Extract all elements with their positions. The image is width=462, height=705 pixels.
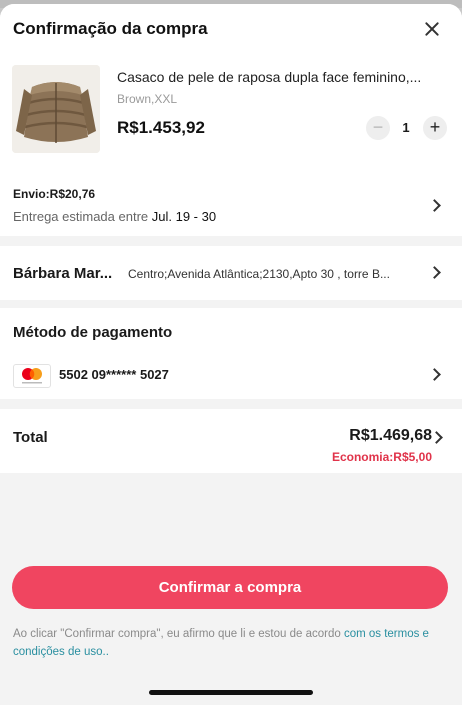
delivery-estimate-prefix: Entrega estimada entre bbox=[13, 209, 152, 224]
terms-notice: Ao clicar "Confirmar compra", eu afirmo … bbox=[13, 625, 449, 661]
address-row[interactable]: Bárbara Mar... Centro;Avenida Atlântica;… bbox=[0, 246, 462, 300]
chevron-right-icon bbox=[428, 368, 441, 381]
mastercard-icon bbox=[13, 364, 51, 388]
chevron-right-icon bbox=[430, 431, 443, 444]
product-variant: Brown,XXL bbox=[117, 92, 178, 106]
payment-title: Método de pagamento bbox=[13, 324, 173, 341]
product-section: Confirmação da compra Casaco de pele de … bbox=[0, 4, 462, 174]
address-line: Centro;Avenida Atlântica;2130,Apto 30 , … bbox=[128, 267, 390, 281]
product-name[interactable]: Casaco de pele de raposa dupla face femi… bbox=[117, 69, 447, 85]
quantity-value: 1 bbox=[402, 120, 410, 135]
sheet-title: Confirmação da compra bbox=[13, 19, 208, 38]
terms-text: Ao clicar "Confirmar compra", eu afirmo … bbox=[13, 628, 344, 640]
shipping-row[interactable]: Envio:R$20,76 Entrega estimada entre Jul… bbox=[0, 174, 462, 236]
payment-section: Método de pagamento 5502 09****** 5027 bbox=[0, 308, 462, 399]
confirm-purchase-button[interactable]: Confirmar a compra bbox=[12, 566, 448, 609]
delivery-estimate-dates: Jul. 19 - 30 bbox=[151, 209, 217, 224]
delivery-estimate: Entrega estimada entre Jul. 19 - 30 bbox=[13, 209, 216, 224]
savings-text: Economia:R$5,00 bbox=[331, 450, 432, 464]
chevron-right-icon bbox=[428, 199, 441, 212]
shipping-cost: Envio:R$20,76 bbox=[13, 187, 96, 201]
payment-method-row[interactable]: 5502 09****** 5027 bbox=[0, 356, 462, 392]
product-image bbox=[12, 65, 100, 153]
card-number: 5502 09****** 5027 bbox=[59, 367, 169, 382]
checkout-sheet: Confirmação da compra Casaco de pele de … bbox=[0, 4, 462, 705]
total-row[interactable]: Total R$1.469,68 Economia:R$5,00 bbox=[0, 409, 462, 473]
total-label: Total bbox=[13, 429, 48, 446]
home-indicator bbox=[149, 690, 313, 695]
product-price: R$1.453,92 bbox=[117, 118, 205, 137]
quantity-increase-button[interactable]: + bbox=[423, 116, 447, 140]
quantity-decrease-button[interactable]: − bbox=[366, 116, 390, 140]
chevron-right-icon bbox=[428, 266, 441, 279]
close-icon[interactable] bbox=[422, 19, 442, 39]
total-value: R$1.469,68 bbox=[349, 427, 432, 444]
recipient-name: Bárbara Mar... bbox=[13, 265, 113, 282]
